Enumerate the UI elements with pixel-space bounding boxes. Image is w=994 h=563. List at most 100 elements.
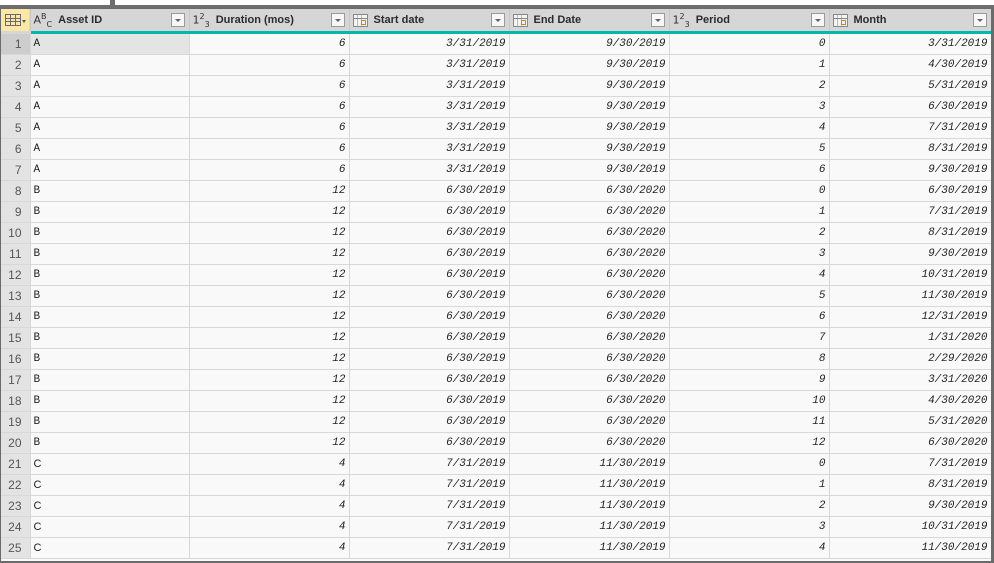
cell-month[interactable]: 11/30/2019 [829, 285, 991, 307]
row-number[interactable]: 13 [1, 285, 31, 307]
cell-start-date[interactable]: 7/31/2019 [349, 495, 510, 517]
cell-start-date[interactable]: 6/30/2019 [349, 285, 510, 307]
cell-start-date[interactable]: 3/31/2019 [349, 138, 510, 160]
row-number[interactable]: 1 [1, 32, 31, 55]
cell-month[interactable]: 7/31/2019 [829, 117, 991, 139]
column-header-month[interactable]: Month [829, 9, 991, 34]
row-number[interactable]: 9 [1, 201, 31, 223]
cell-asset-id[interactable]: C [30, 537, 190, 559]
cell-start-date[interactable]: 7/31/2019 [349, 516, 510, 538]
cell-period[interactable]: 2 [669, 75, 830, 97]
cell-start-date[interactable]: 6/30/2019 [349, 201, 510, 223]
table-row[interactable]: 23 C 4 7/31/2019 11/30/2019 2 9/30/2019 [1, 495, 991, 517]
table-row[interactable]: 3 A 6 3/31/2019 9/30/2019 2 5/31/2019 [1, 75, 991, 97]
table-row[interactable]: 11 B 12 6/30/2019 6/30/2020 3 9/30/2019 [1, 243, 991, 265]
cell-asset-id[interactable]: B [30, 327, 190, 349]
cell-start-date[interactable]: 3/31/2019 [349, 159, 510, 181]
cell-month[interactable]: 11/30/2019 [829, 537, 991, 559]
cell-period[interactable]: 5 [669, 285, 830, 307]
cell-month[interactable]: 5/31/2020 [829, 411, 991, 433]
row-number[interactable]: 4 [1, 96, 31, 118]
cell-end-date[interactable]: 9/30/2019 [509, 32, 670, 55]
cell-asset-id[interactable]: A [30, 75, 190, 97]
cell-duration[interactable]: 12 [189, 348, 350, 370]
cell-period[interactable]: 5 [669, 138, 830, 160]
row-number[interactable]: 7 [1, 159, 31, 181]
row-number[interactable]: 2 [1, 54, 31, 76]
row-number[interactable]: 3 [1, 75, 31, 97]
date-type-icon[interactable] [512, 13, 528, 27]
cell-period[interactable]: 3 [669, 96, 830, 118]
cell-end-date[interactable]: 6/30/2020 [509, 201, 670, 223]
cell-duration[interactable]: 4 [189, 537, 350, 559]
cell-asset-id[interactable]: A [30, 159, 190, 181]
table-row[interactable]: 15 B 12 6/30/2019 6/30/2020 7 1/31/2020 [1, 327, 991, 349]
table-row[interactable]: 7 A 6 3/31/2019 9/30/2019 6 9/30/2019 [1, 159, 991, 181]
cell-start-date[interactable]: 3/31/2019 [349, 54, 510, 76]
cell-month[interactable]: 2/29/2020 [829, 348, 991, 370]
cell-duration[interactable]: 6 [189, 96, 350, 118]
cell-asset-id[interactable]: B [30, 348, 190, 370]
cell-asset-id[interactable]: B [30, 369, 190, 391]
cell-start-date[interactable]: 6/30/2019 [349, 243, 510, 265]
cell-start-date[interactable]: 6/30/2019 [349, 180, 510, 202]
cell-duration[interactable]: 12 [189, 243, 350, 265]
cell-period[interactable]: 9 [669, 369, 830, 391]
row-number[interactable]: 12 [1, 264, 31, 286]
cell-month[interactable]: 12/31/2019 [829, 306, 991, 328]
table-row[interactable]: 18 B 12 6/30/2019 6/30/2020 10 4/30/2020 [1, 390, 991, 412]
cell-month[interactable]: 3/31/2020 [829, 369, 991, 391]
cell-duration[interactable]: 4 [189, 453, 350, 475]
cell-end-date[interactable]: 6/30/2020 [509, 327, 670, 349]
row-number[interactable]: 18 [1, 390, 31, 412]
cell-end-date[interactable]: 11/30/2019 [509, 516, 670, 538]
cell-start-date[interactable]: 6/30/2019 [349, 369, 510, 391]
cell-start-date[interactable]: 3/31/2019 [349, 96, 510, 118]
row-number[interactable]: 19 [1, 411, 31, 433]
cell-asset-id[interactable]: B [30, 432, 190, 454]
row-number[interactable]: 16 [1, 348, 31, 370]
cell-month[interactable]: 4/30/2019 [829, 54, 991, 76]
table-menu-button[interactable] [1, 9, 31, 34]
cell-asset-id[interactable]: B [30, 201, 190, 223]
cell-period[interactable]: 0 [669, 180, 830, 202]
cell-end-date[interactable]: 6/30/2020 [509, 390, 670, 412]
cell-end-date[interactable]: 6/30/2020 [509, 411, 670, 433]
table-row[interactable]: 4 A 6 3/31/2019 9/30/2019 3 6/30/2019 [1, 96, 991, 118]
cell-duration[interactable]: 12 [189, 390, 350, 412]
table-row[interactable]: 21 C 4 7/31/2019 11/30/2019 0 7/31/2019 [1, 453, 991, 475]
cell-start-date[interactable]: 6/30/2019 [349, 348, 510, 370]
data-preview-grid[interactable]: ABC Asset ID 123 Duration (mos) Start da… [1, 9, 991, 561]
cell-duration[interactable]: 12 [189, 306, 350, 328]
cell-end-date[interactable]: 6/30/2020 [509, 243, 670, 265]
cell-month[interactable]: 10/31/2019 [829, 516, 991, 538]
table-row[interactable]: 17 B 12 6/30/2019 6/30/2020 9 3/31/2020 [1, 369, 991, 391]
cell-month[interactable]: 8/31/2019 [829, 222, 991, 244]
whole-number-type-icon[interactable]: 123 [673, 12, 690, 29]
filter-dropdown-button[interactable] [810, 13, 825, 27]
cell-end-date[interactable]: 11/30/2019 [509, 453, 670, 475]
cell-period[interactable]: 0 [669, 32, 830, 55]
cell-period[interactable]: 3 [669, 243, 830, 265]
table-row[interactable]: 25 C 4 7/31/2019 11/30/2019 4 11/30/2019 [1, 537, 991, 559]
row-number[interactable]: 6 [1, 138, 31, 160]
cell-end-date[interactable]: 9/30/2019 [509, 117, 670, 139]
cell-end-date[interactable]: 6/30/2020 [509, 348, 670, 370]
cell-period[interactable]: 0 [669, 453, 830, 475]
cell-period[interactable]: 2 [669, 495, 830, 517]
cell-duration[interactable]: 12 [189, 285, 350, 307]
row-number[interactable]: 20 [1, 432, 31, 454]
cell-start-date[interactable]: 6/30/2019 [349, 222, 510, 244]
cell-end-date[interactable]: 6/30/2020 [509, 264, 670, 286]
cell-end-date[interactable]: 11/30/2019 [509, 537, 670, 559]
cell-period[interactable]: 4 [669, 264, 830, 286]
table-row[interactable]: 2 A 6 3/31/2019 9/30/2019 1 4/30/2019 [1, 54, 991, 76]
cell-start-date[interactable]: 6/30/2019 [349, 432, 510, 454]
cell-duration[interactable]: 4 [189, 516, 350, 538]
cell-month[interactable]: 8/31/2019 [829, 474, 991, 496]
filter-dropdown-button[interactable] [650, 13, 665, 27]
text-type-icon[interactable]: ABC [34, 12, 53, 29]
date-type-icon[interactable] [832, 13, 848, 27]
cell-month[interactable]: 7/31/2019 [829, 453, 991, 475]
cell-period[interactable]: 8 [669, 348, 830, 370]
